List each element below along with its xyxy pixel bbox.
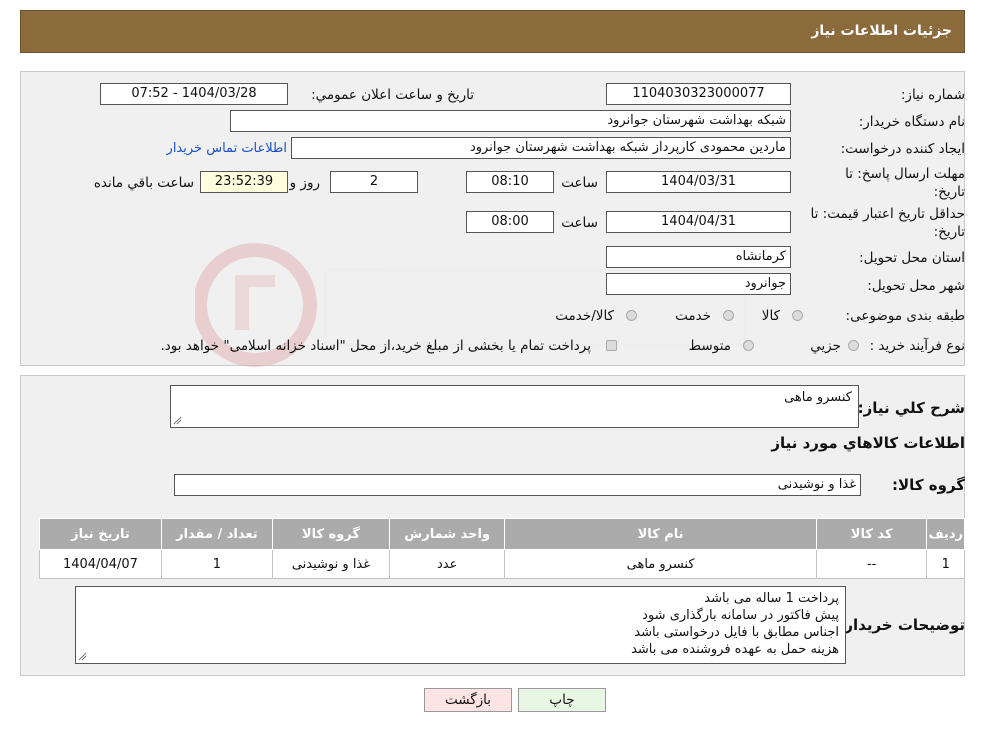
buyer-notes-line: اجناس مطابق با فايل درخواستی باشد (634, 625, 839, 640)
process-radio-medium[interactable] (743, 340, 754, 351)
days-label: روز و (289, 175, 320, 191)
city-label: شهر محل تحويل: (867, 278, 965, 294)
city-field[interactable]: جوانرود (606, 273, 791, 295)
cell-quantity: 1 (160, 549, 273, 579)
table-row[interactable]: 1 -- کنسرو ماهی عدد غذا و نوشيدنی 1 1404… (39, 549, 965, 579)
resize-grip-icon[interactable] (173, 416, 182, 425)
goods-table-header-row: رديف کد کالا نام کالا واحد شمارش گروه کا… (39, 518, 965, 550)
deadline-time-field[interactable]: 08:10 (466, 171, 554, 193)
process-option-minor: جزيي (810, 338, 841, 354)
creator-field[interactable]: ماردين محمودی کارپرداز شبکه بهداشت شهرست… (291, 137, 791, 159)
buyer-org-label: نام دستگاه خريدار: (858, 114, 965, 130)
goods-info-title: اطلاعات کالاهاي مورد نياز (771, 434, 965, 452)
col-quantity: تعداد / مقدار (160, 518, 273, 550)
announce-date-field[interactable]: 1404/03/28 - 07:52 (100, 83, 288, 105)
process-label: نوع فرآيند خريد : (869, 338, 965, 354)
buyer-notes-line: پرداخت 1 ساله می باشد (704, 591, 839, 606)
col-row: رديف (926, 518, 965, 550)
back-button[interactable]: بازگشت (424, 688, 512, 712)
province-label: استان محل تحويل: (859, 250, 965, 266)
need-summary-text: کنسرو ماهی (784, 390, 852, 405)
category-radio-goods-service[interactable] (626, 310, 637, 321)
need-number-field[interactable]: 1104030323000077 (606, 83, 791, 105)
validity-label-line1: حداقل تاريخ اعتبار قيمت: تا (810, 206, 965, 222)
creator-label: ايجاد کننده درخواست: (840, 141, 965, 157)
deadline-date-field[interactable]: 1404/03/31 (606, 171, 791, 193)
page-header: جزئيات اطلاعات نياز (20, 10, 965, 53)
col-group: گروه کالا (271, 518, 391, 550)
need-number-label: شماره نياز: (900, 87, 965, 103)
deadline-label-line2: تاريخ: (933, 184, 965, 200)
validity-time-label: ساعت (561, 215, 598, 231)
cell-need-date: 1404/04/07 (39, 549, 162, 579)
goods-group-label: گروه کالا: (892, 476, 965, 494)
cell-unit: عدد (389, 549, 506, 579)
cell-row: 1 (926, 549, 965, 579)
process-option-medium: متوسط (688, 338, 731, 354)
col-name: نام کالا (504, 518, 817, 550)
buyer-notes-line: هزينه حمل به عهده فروشنده می باشد (631, 642, 839, 657)
province-field[interactable]: کرمانشاه (606, 246, 791, 268)
buyer-notes-label: توضيحات خريدار: (838, 616, 965, 634)
validity-date-field[interactable]: 1404/04/31 (606, 211, 791, 233)
category-label: طبقه بندی موضوعی: (845, 308, 965, 324)
goods-table: رديف کد کالا نام کالا واحد شمارش گروه کا… (39, 518, 965, 579)
col-need-date: تاريخ نياز (39, 518, 162, 550)
announce-date-label: تاريخ و ساعت اعلان عمومي: (311, 87, 474, 103)
category-radio-goods[interactable] (792, 310, 803, 321)
process-checkbox-treasury[interactable] (606, 340, 617, 351)
category-option-service: خدمت (675, 308, 711, 324)
cell-name: کنسرو ماهی (504, 549, 817, 579)
deadline-time-label: ساعت (561, 175, 598, 191)
cell-code: -- (815, 549, 928, 579)
days-field[interactable]: 2 (330, 171, 418, 193)
category-radio-service[interactable] (723, 310, 734, 321)
col-unit: واحد شمارش (389, 518, 506, 550)
buyer-notes-line: پيش فاکتور در سامانه بارگذاری شود (642, 608, 839, 623)
page-title: جزئيات اطلاعات نياز (811, 23, 952, 39)
category-option-goods-service: کالا/خدمت (555, 308, 614, 324)
resize-grip-icon[interactable] (78, 652, 87, 661)
cell-group: غذا و نوشيدنی (271, 549, 391, 579)
buyer-contact-link[interactable]: اطلاعات تماس خريدار (167, 141, 287, 156)
validity-label-line2: تاريخ: (933, 224, 965, 240)
remaining-label: ساعت باقي مانده (93, 175, 194, 191)
process-treasury-note: پرداخت تمام يا بخشی از مبلغ خريد،از محل … (160, 338, 591, 354)
remaining-time-field: 23:52:39 (200, 171, 288, 193)
category-option-goods: کالا (761, 308, 780, 324)
validity-time-field[interactable]: 08:00 (466, 211, 554, 233)
buyer-org-field[interactable]: شبکه بهداشت شهرستان جوانرود (230, 110, 791, 132)
col-code: کد کالا (815, 518, 928, 550)
deadline-label-line1: مهلت ارسال پاسخ: تا (845, 166, 965, 182)
process-radio-minor[interactable] (848, 340, 859, 351)
need-summary-label: شرح کلي نياز: (857, 399, 965, 417)
buyer-notes-textarea[interactable]: پرداخت 1 ساله می باشد پيش فاکتور در ساما… (75, 586, 846, 664)
need-summary-textarea[interactable]: کنسرو ماهی (170, 385, 859, 428)
goods-group-field[interactable]: غذا و نوشيدنی (174, 474, 861, 496)
print-button[interactable]: چاپ (518, 688, 606, 712)
